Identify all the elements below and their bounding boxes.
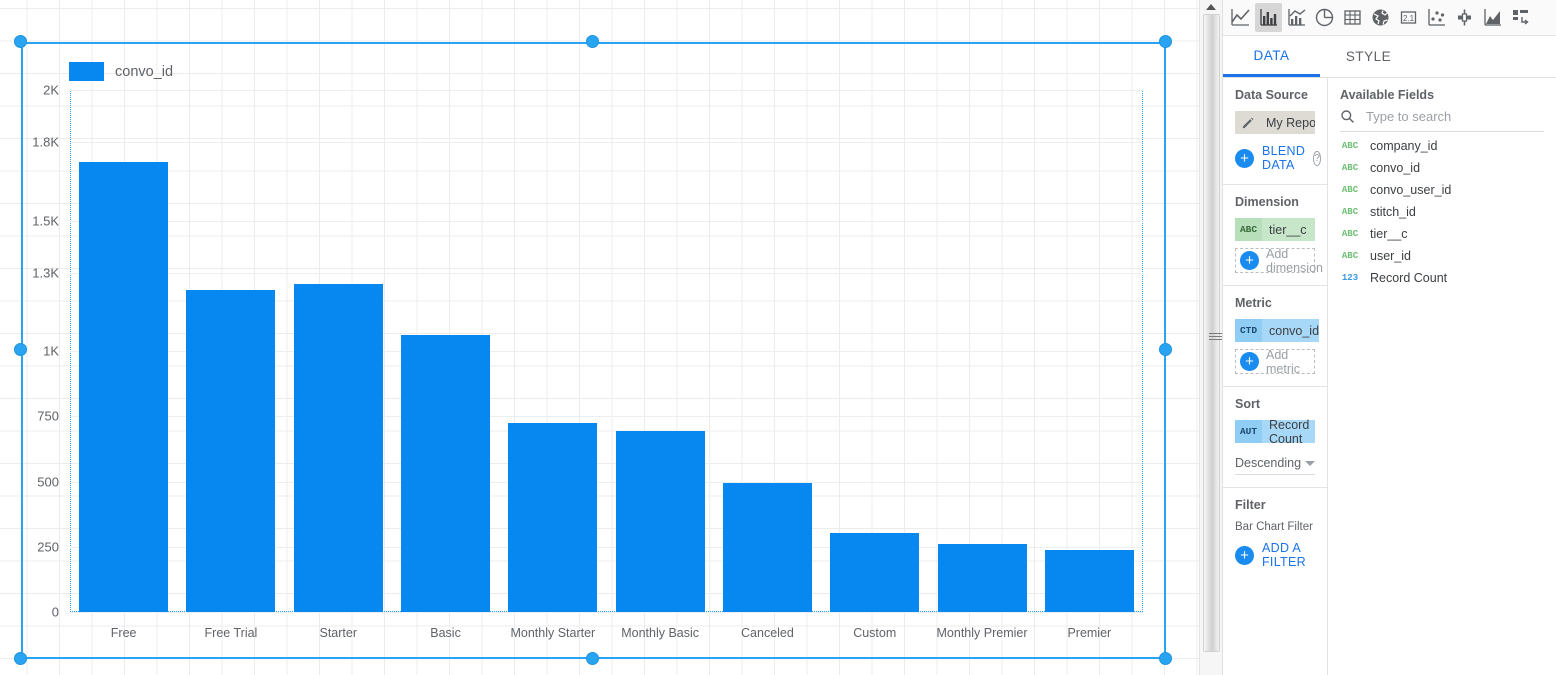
field-name: user_id [1370, 249, 1411, 263]
field-name: stitch_id [1370, 205, 1416, 219]
help-circle-icon[interactable]: ? [1313, 150, 1321, 166]
filter-title: Filter [1235, 498, 1266, 512]
properties-panel: 2.1 DATA STYLE Data Source My Rep + BLEN… [1222, 0, 1556, 675]
report-editor: convo_id 0 250 500 750 1K 1.3K 1.5K 1.8K 2K Free… [0, 0, 1556, 675]
treemap-icon[interactable] [1507, 3, 1534, 32]
field-type-icon: ABC [1341, 163, 1359, 173]
blend-data-label[interactable]: BLEND DATA [1262, 144, 1305, 172]
pie-chart-icon[interactable] [1311, 3, 1338, 32]
data-source-section: Data Source My Report Data So... + BLEND… [1223, 78, 1327, 185]
chip-label: convo_id [1262, 319, 1320, 342]
search-icon [1341, 110, 1354, 123]
add-filter-row[interactable]: + ADD A FILTER [1235, 541, 1315, 569]
field-list-item[interactable]: ABC convo_user_id [1328, 179, 1556, 201]
field-name: convo_id [1370, 161, 1421, 175]
field-type-icon: ABC [1341, 185, 1359, 195]
data-config-column: Data Source My Report Data So... + BLEND… [1223, 78, 1328, 675]
table-icon[interactable] [1339, 3, 1366, 32]
field-type-icon: ABC [1341, 207, 1359, 217]
metric-title: Metric [1235, 296, 1272, 310]
resize-handle-top-center[interactable] [586, 35, 599, 48]
sort-title: Sort [1235, 397, 1260, 411]
field-list-item[interactable]: 123 Record Count [1328, 267, 1556, 289]
add-dimension-button[interactable]: + Add dimension [1235, 247, 1323, 275]
bar-chart-icon[interactable] [1255, 3, 1282, 32]
search-input[interactable] [1364, 108, 1544, 125]
field-type-icon: ABC [1341, 251, 1359, 261]
resize-handle-middle-right[interactable] [1159, 343, 1172, 356]
canvas-scrollbar[interactable] [1199, 0, 1222, 675]
area-chart-icon[interactable] [1479, 3, 1506, 32]
field-list-item[interactable]: ABC tier__c [1328, 223, 1556, 245]
field-list-item[interactable]: ABC company_id [1328, 135, 1556, 157]
chip-type-icon: CTD [1235, 319, 1262, 342]
chip-label: tier__c [1262, 218, 1315, 241]
field-list-item[interactable]: ABC user_id [1328, 245, 1556, 267]
scrollbar-grip-icon [1209, 331, 1222, 342]
scroll-up-arrow-icon[interactable] [1206, 4, 1216, 10]
sort-order-value: Descending [1235, 456, 1302, 470]
line-chart-icon[interactable] [1227, 3, 1254, 32]
field-name: Record Count [1370, 271, 1448, 285]
geo-map-icon[interactable] [1367, 3, 1394, 32]
add-dimension-icon[interactable]: + [1240, 251, 1259, 270]
add-filter-label[interactable]: ADD A FILTER [1262, 541, 1315, 569]
scrollbar-thumb[interactable] [1203, 14, 1222, 652]
field-search-row[interactable] [1340, 108, 1544, 132]
add-blend-icon[interactable]: + [1235, 148, 1254, 168]
metric-section: Metric CTD convo_id + Add metric [1223, 286, 1327, 387]
available-fields-list: ABC company_id ABC convo_id ABC convo_user_id… [1328, 135, 1556, 289]
dimension-chip-tier-c[interactable]: ABC tier__c [1235, 218, 1315, 241]
data-source-row[interactable]: My Report Data So... [1235, 111, 1315, 134]
bullet-chart-icon[interactable] [1451, 3, 1478, 32]
field-type-icon: ABC [1341, 229, 1359, 239]
field-type-icon: ABC [1341, 141, 1359, 151]
filter-section: Filter Bar Chart Filter + ADD A FILTER [1223, 488, 1327, 581]
tab-data[interactable]: DATA [1223, 36, 1320, 77]
field-list-item[interactable]: ABC convo_id [1328, 157, 1556, 179]
field-name: convo_user_id [1370, 183, 1452, 197]
pencil-icon[interactable] [1235, 111, 1260, 134]
field-type-icon: 123 [1341, 273, 1359, 283]
resize-handle-bottom-center[interactable] [586, 652, 599, 665]
resize-handle-top-right[interactable] [1159, 35, 1172, 48]
dimension-section: Dimension ABC tier__c + Add dimension [1223, 185, 1327, 286]
sort-order-select[interactable]: Descending [1235, 456, 1315, 475]
sort-section: Sort AUT Record Count Descending [1223, 387, 1327, 488]
field-name: company_id [1370, 139, 1438, 153]
panel-tabs[interactable]: DATA STYLE [1223, 36, 1556, 78]
combo-chart-icon[interactable] [1283, 3, 1310, 32]
chevron-down-icon [1305, 460, 1315, 466]
report-canvas[interactable]: convo_id 0 250 500 750 1K 1.3K 1.5K 1.8K 2K Free… [0, 0, 1222, 675]
available-fields-column: Available Fields ABC company_id ABC convo_i… [1328, 78, 1556, 675]
blend-data-row[interactable]: + BLEND DATA ? [1235, 144, 1321, 172]
data-source-title: Data Source [1235, 88, 1308, 102]
add-metric-icon[interactable]: + [1240, 352, 1259, 371]
resize-handle-top-left[interactable] [14, 35, 27, 48]
svg-text:2.1: 2.1 [1403, 14, 1415, 23]
add-metric-button[interactable]: + Add metric [1235, 347, 1315, 376]
scatter-chart-icon[interactable] [1423, 3, 1450, 32]
resize-handle-middle-left[interactable] [14, 343, 27, 356]
filter-sub-label: Bar Chart Filter [1235, 521, 1313, 533]
chip-label: Record Count [1262, 418, 1315, 446]
add-filter-icon[interactable]: + [1235, 545, 1254, 565]
data-source-name[interactable]: My Report Data So... [1260, 111, 1315, 134]
dimension-title: Dimension [1235, 195, 1299, 209]
chip-type-icon: AUT [1235, 420, 1262, 443]
field-name: tier__c [1370, 227, 1408, 241]
chip-type-icon: ABC [1235, 218, 1262, 241]
chart-selection-frame [21, 42, 1166, 659]
field-list-item[interactable]: ABC stitch_id [1328, 201, 1556, 223]
add-dimension-label: Add dimension [1266, 246, 1323, 275]
metric-chip-convo-id[interactable]: CTD convo_id [1235, 319, 1320, 342]
scorecard-icon[interactable]: 2.1 [1395, 3, 1422, 32]
resize-handle-bottom-left[interactable] [14, 652, 27, 665]
resize-handle-bottom-right[interactable] [1159, 652, 1172, 665]
sort-chip-record-count[interactable]: AUT Record Count [1235, 418, 1315, 446]
available-fields-title: Available Fields [1340, 88, 1435, 102]
add-metric-label: Add metric [1266, 347, 1301, 376]
visualization-type-toolbar[interactable]: 2.1 [1223, 0, 1556, 36]
tab-style[interactable]: STYLE [1320, 36, 1417, 77]
